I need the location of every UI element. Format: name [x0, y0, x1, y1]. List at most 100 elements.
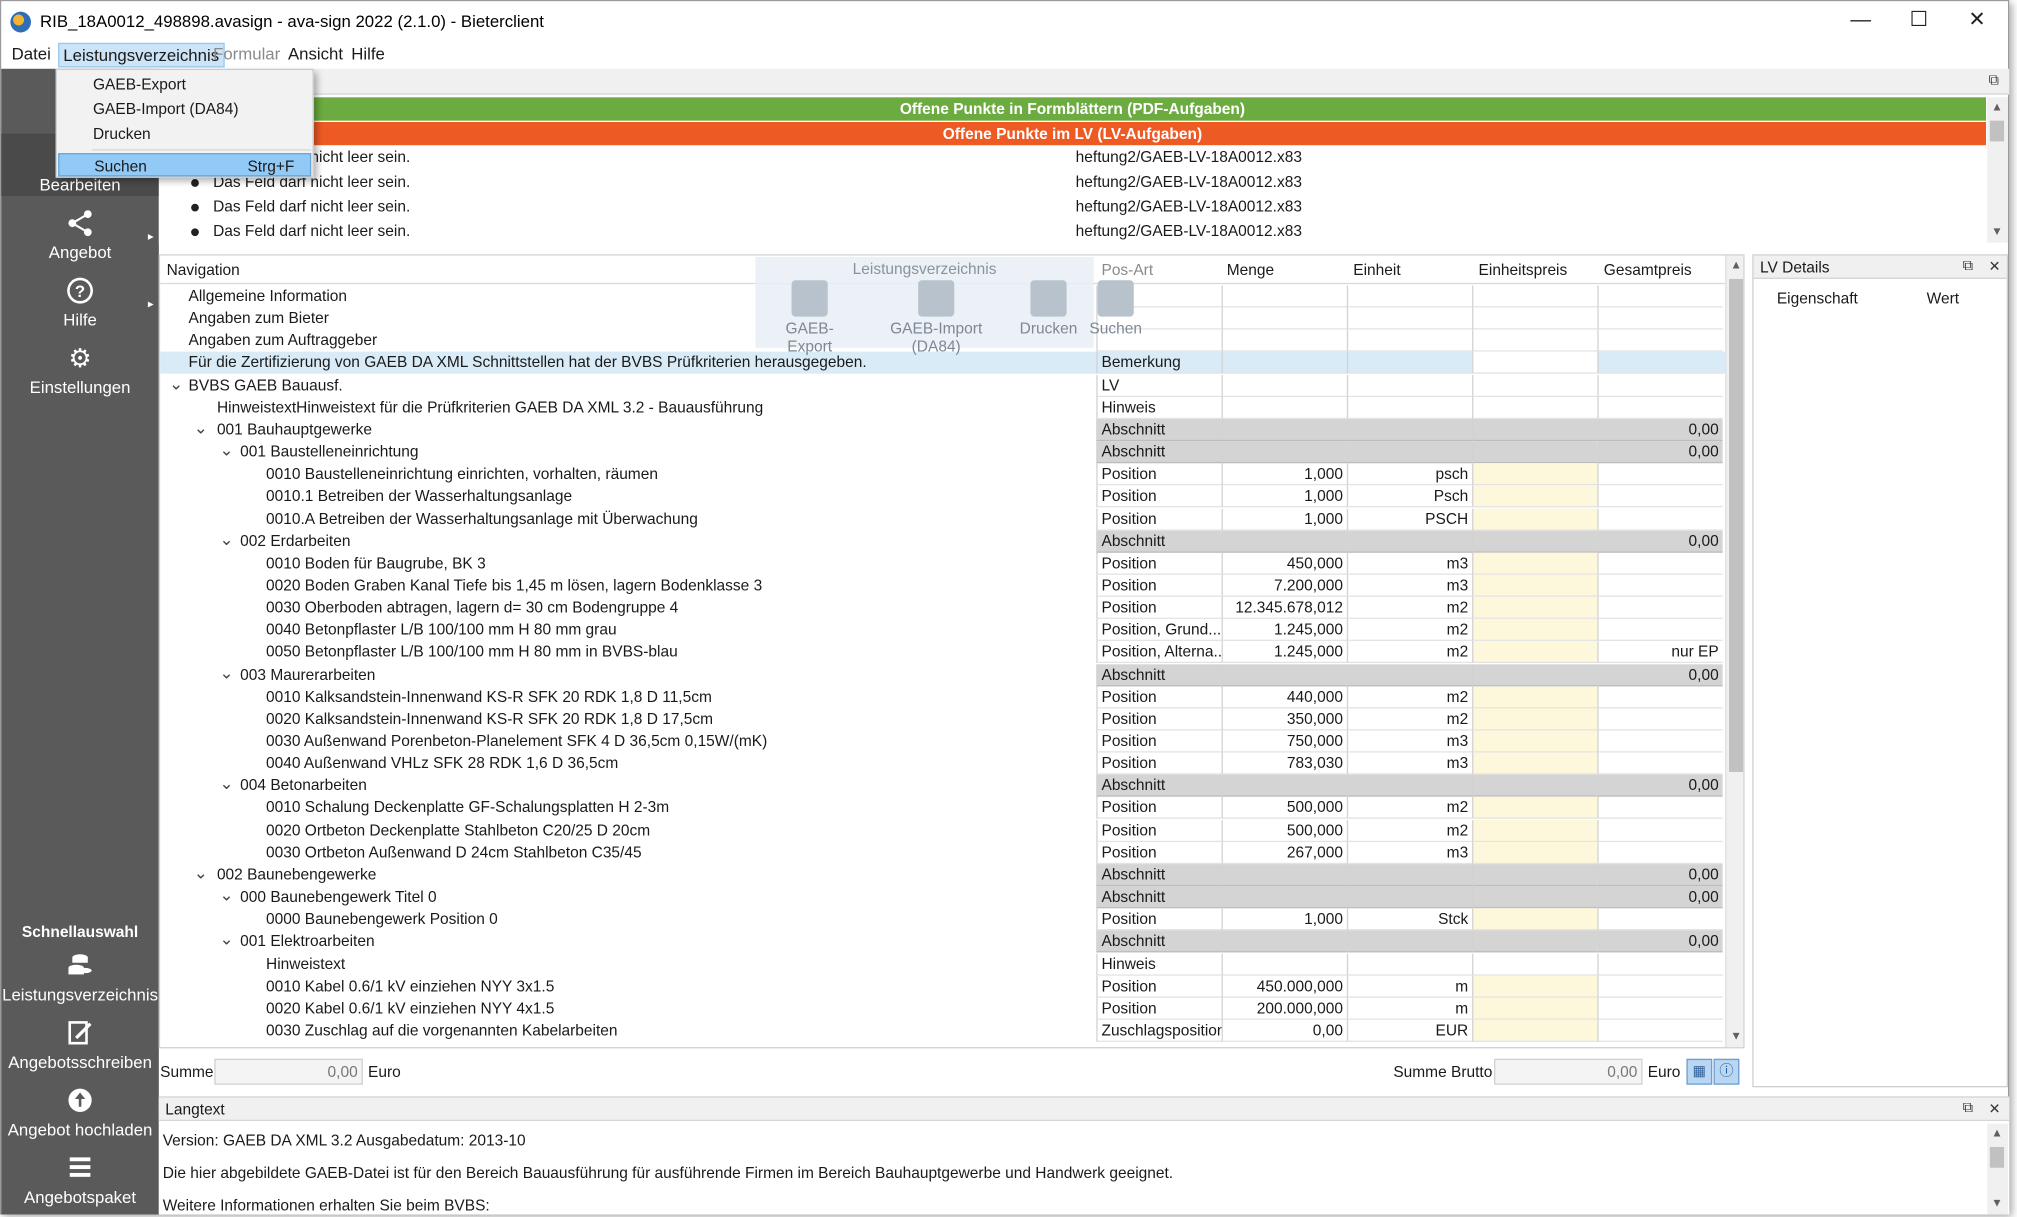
- cell-ep[interactable]: [1472, 841, 1598, 864]
- table-row[interactable]: ⌄ BVBS GAEB Bauausf. LV: [160, 374, 1725, 397]
- close-panel-icon[interactable]: ✕: [1989, 258, 2001, 276]
- table-row[interactable]: 0020 Ortbeton Deckenplatte Stahlbeton C2…: [160, 819, 1725, 842]
- cell-ep[interactable]: [1472, 730, 1598, 753]
- expand-chevron-icon[interactable]: ⌄: [220, 886, 234, 903]
- list-item[interactable]: Das Feld darf nicht leer sein.heftung2/G…: [159, 195, 1986, 220]
- table-row[interactable]: ⌄ 001 Baustelleneinrichtung Abschnitt 0,00: [160, 441, 1725, 464]
- expand-chevron-icon[interactable]: ⌄: [169, 374, 183, 391]
- expand-chevron-icon[interactable]: ⌄: [194, 864, 208, 881]
- gaeb-import-button[interactable]: GAEB-Import (DA84): [864, 280, 1009, 356]
- table-row[interactable]: 0040 Betonpflaster L/B 100/100 mm H 80 m…: [160, 619, 1725, 642]
- close-panel-icon[interactable]: ✕: [1989, 1100, 2001, 1118]
- cell-ep[interactable]: [1472, 819, 1598, 842]
- langtext-scrollbar[interactable]: ▲ ▼: [1987, 1123, 2008, 1215]
- table-row[interactable]: 0010.1 Betreiben der Wasserhaltungsanlag…: [160, 485, 1725, 508]
- scroll-thumb[interactable]: [1989, 120, 2005, 142]
- tasks-scrollbar[interactable]: ▲ ▼: [1987, 97, 2008, 243]
- table-row[interactable]: 0010 Schalung Deckenplatte GF-Schalungsp…: [160, 797, 1725, 820]
- menu-item-gaeb-export[interactable]: GAEB-Export: [58, 73, 311, 96]
- cell-ep[interactable]: [1472, 463, 1598, 486]
- table-row[interactable]: ⌄ 001 Elektroarbeiten Abschnitt 0,00: [160, 930, 1725, 953]
- table-row[interactable]: 0020 Kalksandstein-Innenwand KS-R SFK 20…: [160, 708, 1725, 731]
- sidebar-item-einstellungen[interactable]: ⚙ Einstellungen: [1, 344, 159, 406]
- scroll-down-icon[interactable]: ▼: [1987, 224, 2006, 237]
- table-row[interactable]: 0010 Kabel 0.6/1 kV einziehen NYY 3x1.5 P…: [160, 975, 1725, 998]
- expand-chevron-icon[interactable]: ⌄: [220, 931, 234, 948]
- print-button[interactable]: Drucken: [1016, 280, 1081, 337]
- quick-item-angebot-hochladen[interactable]: Angebot hochladen: [1, 1086, 159, 1146]
- cell-ep[interactable]: [1472, 797, 1598, 820]
- cell-ep[interactable]: [1472, 997, 1598, 1020]
- column-header-gesamtpreis[interactable]: Gesamtpreis: [1604, 261, 1692, 279]
- table-row[interactable]: ⌄ 002 Erdarbeiten Abschnitt 0,00: [160, 530, 1725, 553]
- cell-ep[interactable]: [1472, 752, 1598, 775]
- table-row[interactable]: 0000 Baunebengewerk Position 0 Position 1,…: [160, 908, 1725, 931]
- menu-formular[interactable]: Formular: [209, 43, 284, 68]
- table-row[interactable]: 0050 Betonpflaster L/B 100/100 mm H 80 m…: [160, 641, 1725, 664]
- table-row[interactable]: 0030 Ortbeton Außenwand D 24cm Stahlbeto…: [160, 841, 1725, 864]
- expand-chevron-icon[interactable]: ⌄: [194, 419, 208, 436]
- cell-ep[interactable]: [1472, 641, 1598, 664]
- column-header-navigation[interactable]: Navigation: [167, 261, 240, 279]
- cell-ep[interactable]: [1472, 574, 1598, 597]
- menu-item-suchen[interactable]: Suchen Strg+F: [58, 153, 312, 177]
- info-button[interactable]: ⓘ: [1713, 1058, 1740, 1085]
- scroll-up-icon[interactable]: ▲: [1987, 100, 2006, 113]
- table-row[interactable]: HinweistextHinweistext für die Prüfkrite…: [160, 396, 1725, 419]
- cell-ep[interactable]: [1472, 507, 1598, 531]
- menu-leistungsverzeichnis[interactable]: Leistungsverzeichnis: [58, 42, 225, 68]
- menu-item-gaeb-import[interactable]: GAEB-Import (DA84): [58, 97, 311, 120]
- sidebar-item-hilfe[interactable]: ? Hilfe ▸: [1, 276, 159, 338]
- restore-panel-icon[interactable]: ⧉: [1963, 258, 1973, 275]
- cell-ep[interactable]: [1472, 908, 1598, 931]
- table-row[interactable]: 0020 Kabel 0.6/1 kV einziehen NYY 4x1.5 P…: [160, 997, 1725, 1020]
- menu-ansicht[interactable]: Ansicht: [284, 43, 347, 68]
- column-header-posart[interactable]: Pos-Art: [1101, 261, 1153, 279]
- expand-chevron-icon[interactable]: ⌄: [220, 530, 234, 547]
- scroll-down-icon[interactable]: ▼: [1726, 1029, 1743, 1042]
- scroll-thumb[interactable]: [1729, 278, 1744, 773]
- list-item[interactable]: Das Feld darf nicht leer sein.heftung2/G…: [159, 145, 1986, 170]
- table-row[interactable]: ⌄ 000 Baunebengewerk Titel 0 Abschnitt 0,00: [160, 886, 1725, 909]
- table-row[interactable]: 0010 Kalksandstein-Innenwand KS-R SFK 20…: [160, 685, 1725, 709]
- table-row[interactable]: 0030 Außenwand Porenbeton-Planelement SF…: [160, 730, 1725, 753]
- menu-datei[interactable]: Datei: [8, 43, 55, 68]
- gaeb-export-button[interactable]: GAEB-Export: [763, 280, 856, 356]
- scroll-thumb[interactable]: [1989, 1146, 2005, 1168]
- table-row[interactable]: Hinweistext Hinweis: [160, 953, 1725, 976]
- list-item[interactable]: Das Feld darf nicht leer sein.heftung2/G…: [159, 170, 1986, 195]
- scroll-down-icon[interactable]: ▼: [1987, 1196, 2006, 1209]
- expand-chevron-icon[interactable]: ⌄: [220, 441, 234, 458]
- table-row[interactable]: ⌄ 004 Betonarbeiten Abschnitt 0,00: [160, 774, 1725, 798]
- list-item[interactable]: Das Feld darf nicht leer sein.heftung2/G…: [159, 219, 1986, 244]
- menu-item-drucken[interactable]: Drucken: [58, 122, 311, 145]
- cell-ep[interactable]: [1472, 975, 1598, 998]
- quick-item-angebotsschreiben[interactable]: Angebotsschreiben: [1, 1019, 159, 1079]
- table-row[interactable]: 0020 Boden Graben Kanal Tiefe bis 1,45 m…: [160, 574, 1725, 597]
- table-scrollbar[interactable]: ▲ ▼: [1725, 255, 1744, 1048]
- table-row[interactable]: 0010 Boden für Baugrube, BK 3 Position 450…: [160, 552, 1725, 575]
- table-row[interactable]: ⌄ 002 Baunebengewerke Abschnitt 0,00: [160, 863, 1725, 887]
- cell-ep[interactable]: [1472, 552, 1598, 575]
- cell-ep[interactable]: [1472, 596, 1598, 620]
- cell-ep[interactable]: [1472, 685, 1598, 709]
- sidebar-item-angebot[interactable]: Angebot ▸: [1, 209, 159, 271]
- table-row[interactable]: 0030 Oberboden abtragen, lagern d= 30 cm…: [160, 596, 1725, 620]
- scroll-up-icon[interactable]: ▲: [1726, 258, 1743, 271]
- cell-ep[interactable]: [1472, 708, 1598, 731]
- menu-hilfe[interactable]: Hilfe: [347, 43, 388, 68]
- table-row[interactable]: ⌄ 001 Bauhauptgewerke Abschnitt 0,00: [160, 418, 1725, 442]
- calculator-button[interactable]: ▦: [1686, 1058, 1713, 1085]
- search-button[interactable]: Suchen: [1083, 280, 1148, 337]
- quick-item-leistungsverzeichnis[interactable]: Leistungsverzeichnis: [1, 951, 159, 1011]
- cell-ep[interactable]: [1472, 619, 1598, 642]
- minimize-button[interactable]: —: [1832, 6, 1889, 37]
- close-button[interactable]: ✕: [1949, 6, 2006, 37]
- expand-chevron-icon[interactable]: ⌄: [220, 775, 234, 792]
- column-header-einheitspreis[interactable]: Einheitspreis: [1479, 261, 1568, 279]
- scroll-up-icon[interactable]: ▲: [1987, 1126, 2006, 1139]
- column-header-wert[interactable]: Wert: [1927, 289, 1959, 307]
- expand-chevron-icon[interactable]: ⌄: [220, 664, 234, 681]
- table-row[interactable]: 0040 Außenwand VHLz SFK 28 RDK 1,6 D 36,…: [160, 752, 1725, 775]
- table-row[interactable]: ⌄ 003 Maurerarbeiten Abschnitt 0,00: [160, 663, 1725, 686]
